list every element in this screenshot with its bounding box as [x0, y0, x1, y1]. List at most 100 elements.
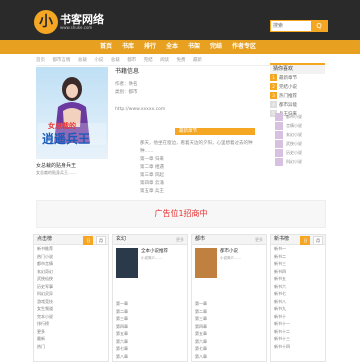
nav-item-home[interactable]: 首页	[95, 40, 117, 54]
nav-item-library[interactable]: 书库	[117, 40, 139, 54]
list-item[interactable]: 第二章	[192, 308, 266, 316]
list-item[interactable]: 热门小说	[34, 253, 108, 261]
list-item[interactable]: 新书九	[271, 305, 325, 313]
chapter-link[interactable]: 第五章 兵王	[140, 188, 265, 196]
list-item[interactable]: 最新	[34, 335, 108, 343]
tab-month[interactable]: 月	[313, 236, 323, 245]
breadcrumb-item[interactable]: 最新	[193, 58, 202, 63]
list-item[interactable]: 女生频道	[34, 305, 108, 313]
list-item[interactable]: 热门	[34, 343, 108, 351]
list-item[interactable]: 第七章	[192, 345, 266, 353]
list-item[interactable]: 新书十二	[271, 328, 325, 336]
list-item[interactable]: 新书六	[271, 283, 325, 291]
list-item[interactable]: 新书十一	[271, 320, 325, 328]
list-item[interactable]: 新书七	[271, 290, 325, 298]
list-item[interactable]: 新书十三	[271, 335, 325, 343]
rank-number: 1	[270, 74, 277, 81]
breadcrumb-item[interactable]: 总裁	[78, 58, 87, 63]
tab-day[interactable]: 日	[300, 236, 311, 245]
breadcrumb-item[interactable]: 总裁	[111, 58, 120, 63]
breadcrumb-item[interactable]: 完结	[144, 58, 153, 63]
list-item[interactable]: 完本小说	[34, 313, 108, 321]
chapter-link[interactable]: 第一章 归来	[140, 156, 265, 164]
featured-title: 全本小说推荐	[141, 249, 168, 254]
list-item[interactable]: 新书十	[271, 313, 325, 321]
mini-list-item[interactable]: 玄幻小说	[275, 130, 325, 139]
tab-day[interactable]: 日	[83, 236, 94, 245]
mini-list-item[interactable]: 历史小说	[275, 148, 325, 157]
list-item[interactable]: 玄幻奇幻	[34, 268, 108, 276]
nav-item-finished[interactable]: 完结	[205, 40, 227, 54]
list-item[interactable]: 第六章	[113, 338, 187, 346]
list-item[interactable]: 都市言情	[34, 260, 108, 268]
list-item[interactable]: 第四章	[192, 323, 266, 331]
chapter-link[interactable]: 第四章 云涌	[140, 180, 265, 188]
breadcrumb-item[interactable]: 阅读	[160, 58, 169, 63]
mini-list-item[interactable]: 都市小说	[275, 112, 325, 121]
breadcrumb-item[interactable]: 都市言情	[52, 58, 70, 63]
book-cover[interactable]: 女总裁的 逍遥兵王	[36, 67, 108, 159]
more-link[interactable]: 更多	[176, 235, 184, 244]
rank-row[interactable]: 2 完结小说	[270, 83, 325, 92]
list-item[interactable]: 游戏竞技	[34, 298, 108, 306]
more-link[interactable]: 更多	[255, 235, 263, 244]
panel-title: 玄幻	[116, 236, 127, 242]
list-item[interactable]: 新书推荐	[34, 245, 108, 253]
list-item[interactable]: 历史军事	[34, 283, 108, 291]
nav-item-shelf[interactable]: 书架	[183, 40, 205, 54]
list-item[interactable]: 第二章	[113, 308, 187, 316]
chapter-link[interactable]: 第三章 风起	[140, 172, 265, 180]
rank-row[interactable]: 4 都市异能	[270, 101, 325, 110]
mini-label: 历史小说	[286, 149, 302, 155]
click-rank-panel: 点击榜 日 月 新书推荐 热门小说 都市言情 玄幻奇幻 武侠仙侠 历史军事 科幻…	[33, 234, 109, 362]
breadcrumb-item[interactable]: 都市	[127, 58, 136, 63]
rank-label: 最新章节	[279, 76, 297, 81]
list-item[interactable]: 第五章	[113, 330, 187, 338]
search-button[interactable]: Q	[311, 21, 327, 31]
book-title[interactable]: 女总裁的贴身兵王	[36, 162, 108, 169]
ad-banner[interactable]: 广告位1招商中	[36, 200, 326, 228]
list-item[interactable]: 排行榜	[34, 320, 108, 328]
list-item[interactable]: 第八章	[192, 353, 266, 361]
list-item[interactable]: 第六章	[192, 338, 266, 346]
list-item[interactable]: 新书二	[271, 253, 325, 261]
list-item[interactable]: 第七章	[113, 345, 187, 353]
mini-list-item[interactable]: 言情小说	[275, 121, 325, 130]
mini-label: 玄幻小说	[286, 131, 302, 137]
list-item[interactable]: 武侠仙侠	[34, 275, 108, 283]
rank-row[interactable]: 1 最新章节	[270, 74, 325, 83]
list-item[interactable]: 更多	[34, 328, 108, 336]
list-item[interactable]: 第四章	[113, 323, 187, 331]
nav-item-author[interactable]: 作者专区	[227, 40, 261, 54]
list-item[interactable]: 第一章	[113, 300, 187, 308]
list-item[interactable]: 科幻灵异	[34, 290, 108, 298]
list-item[interactable]: 新书四	[271, 268, 325, 276]
list-item[interactable]: 新书三	[271, 260, 325, 268]
nav-item-rank[interactable]: 排行	[139, 40, 161, 54]
featured-book[interactable]: 全本小说推荐 小说简介……	[116, 248, 184, 300]
breadcrumb-item[interactable]: 首页	[36, 58, 45, 63]
list-item[interactable]: 第三章	[113, 315, 187, 323]
mini-list-item[interactable]: 科幻小说	[275, 157, 325, 166]
nav-item-complete[interactable]: 全本	[161, 40, 183, 54]
rank-row[interactable]: 3 热门推荐	[270, 92, 325, 101]
breadcrumb-item[interactable]: 小说	[94, 58, 103, 63]
list-item[interactable]: 新书十四	[271, 343, 325, 351]
list-item[interactable]: 第一章	[192, 300, 266, 308]
list-item[interactable]: 新书八	[271, 298, 325, 306]
chapter-link[interactable]: 第二章 相遇	[140, 164, 265, 172]
list-item[interactable]: 第三章	[192, 315, 266, 323]
list-item[interactable]: 第五章	[192, 330, 266, 338]
list-item[interactable]: 第八章	[113, 353, 187, 361]
featured-book[interactable]: 都市小说 小说简介……	[195, 248, 263, 300]
fantasy-panel: 玄幻 更多 全本小说推荐 小说简介…… 第一章 第二章 第三章 第四章 第五章 …	[112, 234, 188, 362]
mini-list-item[interactable]: 武侠小说	[275, 139, 325, 148]
tab-month[interactable]: 月	[96, 236, 106, 245]
book-url[interactable]: http://www.xxxxx.com	[115, 107, 255, 112]
site-logo[interactable]: 小 书客网络 www.shuke.com	[34, 10, 104, 34]
search-box: Q	[270, 20, 328, 32]
list-item[interactable]: 新书一	[271, 245, 325, 253]
list-item[interactable]: 新书五	[271, 275, 325, 283]
search-input[interactable]	[273, 22, 309, 29]
breadcrumb-item[interactable]: 免费	[177, 58, 186, 63]
